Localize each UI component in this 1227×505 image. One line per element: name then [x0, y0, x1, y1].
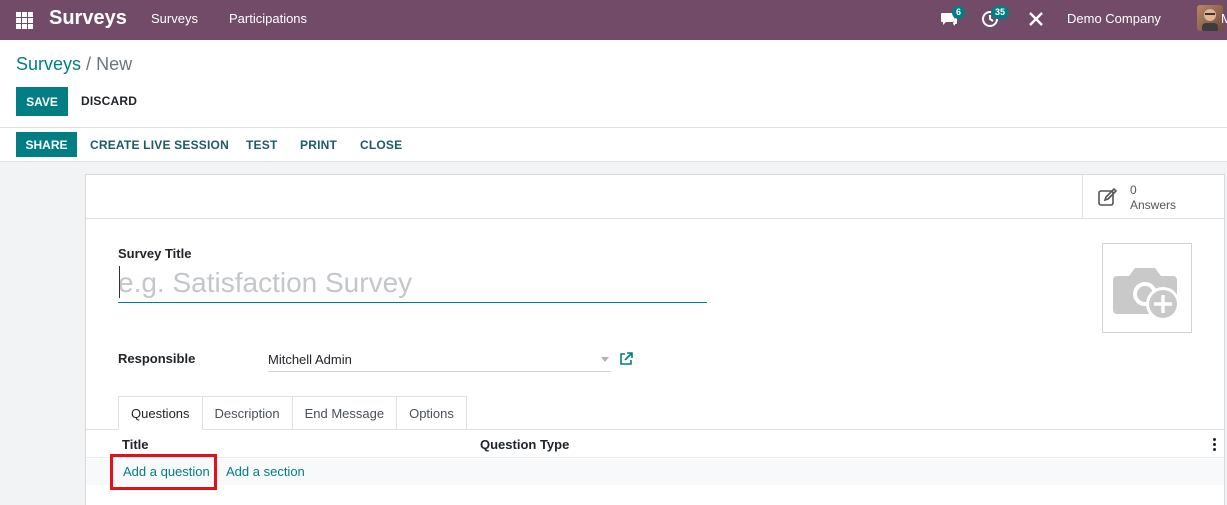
- highlight-annotation-box: [110, 454, 217, 490]
- test-button[interactable]: TEST: [246, 138, 277, 152]
- close-button[interactable]: CLOSE: [360, 138, 402, 152]
- survey-image-upload[interactable]: [1102, 243, 1192, 333]
- tab-description[interactable]: Description: [202, 396, 293, 430]
- form-tabs: Questions Description End Message Option…: [118, 396, 467, 430]
- create-live-session-button[interactable]: CREATE LIVE SESSION: [90, 138, 229, 152]
- activities-badge: 35: [991, 6, 1010, 19]
- responsible-label: Responsible: [118, 351, 196, 366]
- top-navbar: Surveys Surveys Participations 6 35 Demo…: [0, 0, 1227, 40]
- user-name-edge[interactable]: M: [1221, 11, 1227, 26]
- print-button[interactable]: PRINT: [300, 138, 337, 152]
- messages-icon[interactable]: 6: [940, 6, 966, 30]
- tab-options[interactable]: Options: [397, 396, 467, 430]
- column-question-type[interactable]: Question Type: [480, 437, 569, 452]
- app-brand[interactable]: Surveys: [49, 7, 127, 30]
- column-title[interactable]: Title: [122, 437, 149, 452]
- tab-questions[interactable]: Questions: [118, 396, 203, 430]
- camera-plus-icon: [1113, 268, 1180, 321]
- debug-tools-icon[interactable]: [1028, 11, 1048, 31]
- activities-clock-icon[interactable]: 35: [981, 6, 1010, 30]
- form-statusbar: SHARE CREATE LIVE SESSION TEST PRINT CLO…: [0, 128, 1227, 162]
- share-button[interactable]: SHARE: [16, 132, 77, 157]
- text-cursor: [119, 266, 120, 298]
- menu-participations[interactable]: Participations: [229, 11, 307, 26]
- form-sheet: 0 Answers Survey Title Responsible Mitch…: [85, 174, 1225, 505]
- messages-badge: 6: [952, 6, 966, 19]
- tab-end-message[interactable]: End Message: [292, 396, 398, 430]
- responsible-select[interactable]: Mitchell Admin: [268, 348, 611, 372]
- save-button[interactable]: SAVE: [16, 87, 68, 116]
- breadcrumb-current: New: [96, 54, 133, 74]
- breadcrumb-surveys-link[interactable]: Surveys: [16, 54, 81, 74]
- control-panel: Surveys / New SAVE DISCARD: [0, 40, 1227, 128]
- smart-button-box: 0 Answers: [86, 175, 1224, 219]
- answers-count: 0: [1130, 183, 1137, 197]
- answers-label: Answers: [1130, 198, 1177, 212]
- caret-down-icon: [601, 357, 609, 362]
- external-link-icon[interactable]: [619, 352, 633, 366]
- survey-title-label: Survey Title: [118, 246, 192, 261]
- optional-columns-kebab-icon[interactable]: [1213, 438, 1217, 451]
- user-avatar[interactable]: [1197, 5, 1223, 31]
- questions-list-header: Title Question Type: [86, 430, 1224, 458]
- questions-list-add-row: Add a question Add a section: [86, 459, 1224, 485]
- breadcrumb-separator: /: [86, 54, 92, 74]
- survey-title-input[interactable]: [118, 263, 707, 303]
- menu-surveys[interactable]: Surveys: [151, 11, 198, 26]
- add-section-link[interactable]: Add a section: [226, 464, 305, 479]
- answers-stat-button[interactable]: 0 Answers: [1082, 175, 1224, 219]
- discard-button[interactable]: DISCARD: [81, 94, 137, 108]
- company-switcher[interactable]: Demo Company: [1067, 11, 1161, 26]
- pencil-square-icon: [1097, 186, 1119, 208]
- apps-menu-icon[interactable]: [16, 12, 33, 29]
- breadcrumb: Surveys / New: [16, 54, 132, 75]
- responsible-value: Mitchell Admin: [268, 352, 352, 367]
